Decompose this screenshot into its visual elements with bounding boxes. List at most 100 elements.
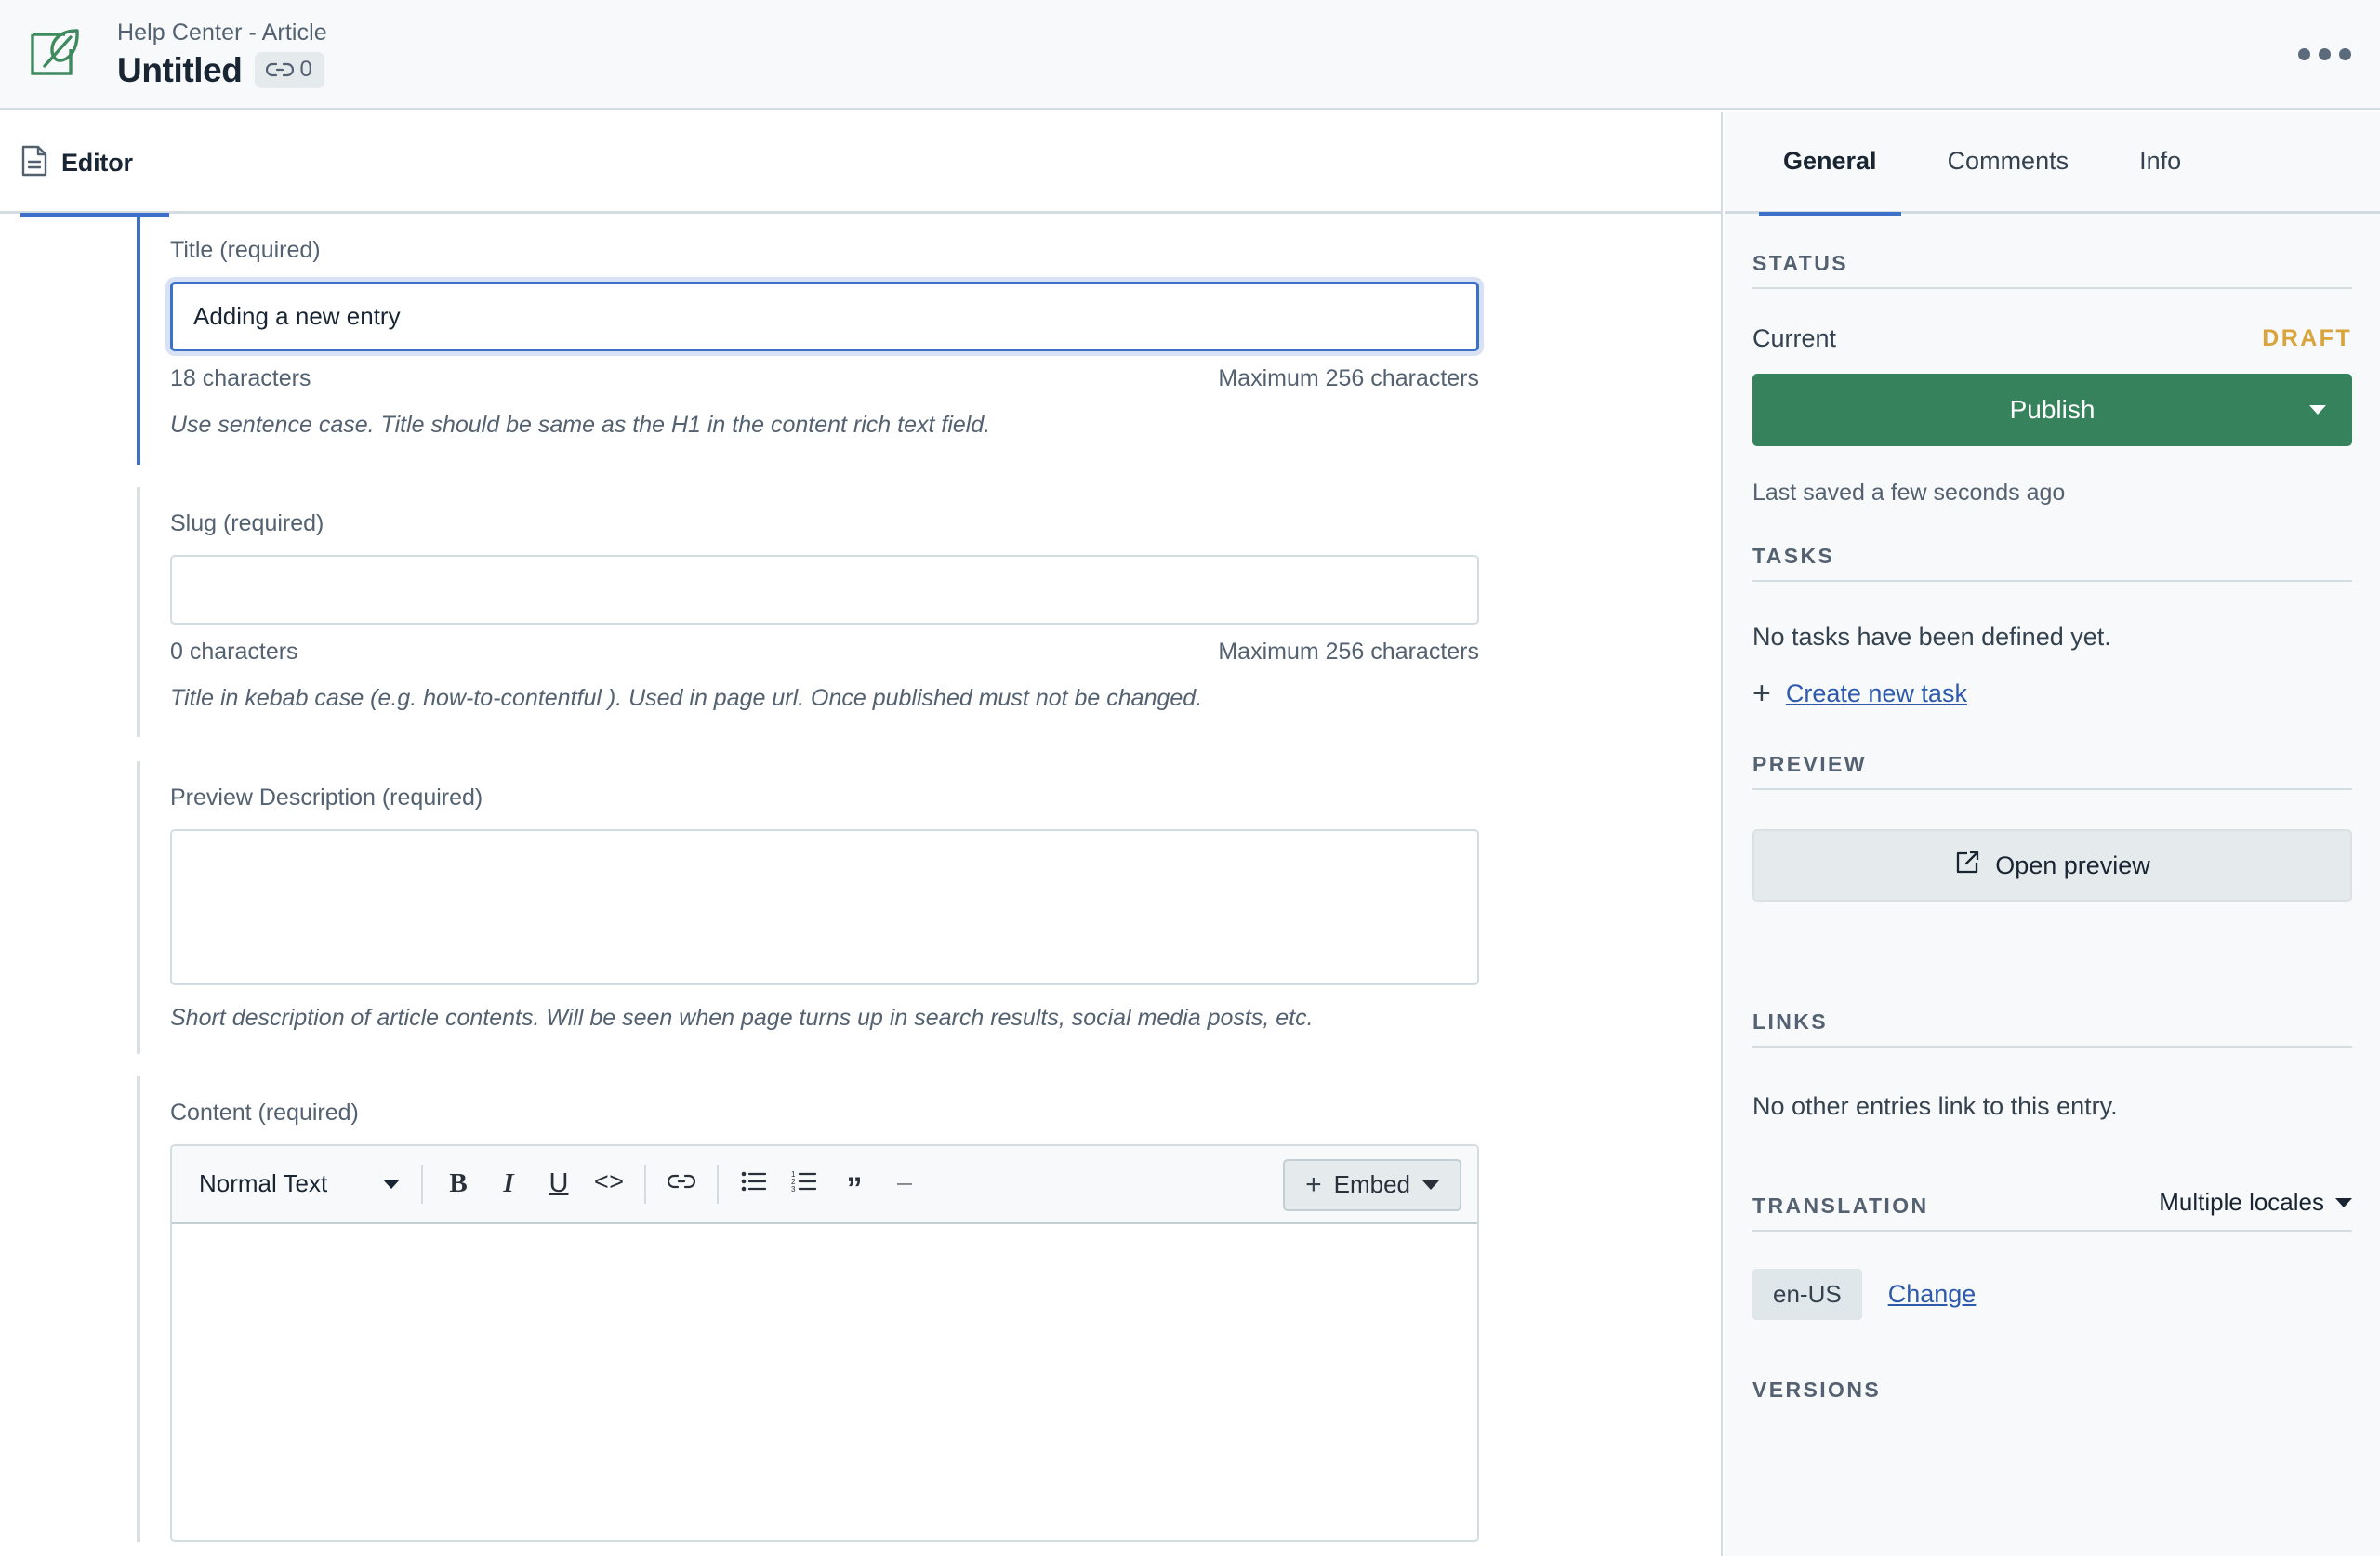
field-title: Title (required) 18 characters Maximum 2… bbox=[137, 214, 1721, 465]
chevron-down-icon[interactable] bbox=[2309, 405, 2326, 415]
toolbar-divider bbox=[644, 1164, 646, 1204]
bold-button[interactable]: B bbox=[433, 1159, 483, 1209]
open-preview-button[interactable]: Open preview bbox=[1752, 829, 2352, 902]
text-style-value: Normal Text bbox=[199, 1169, 328, 1197]
title-char-count: 18 characters bbox=[170, 365, 311, 391]
versions-section-title: VERSIONS bbox=[1752, 1378, 1882, 1402]
link-icon bbox=[667, 1173, 696, 1194]
tab-editor[interactable]: Editor bbox=[20, 112, 169, 217]
publish-button[interactable]: Publish bbox=[1752, 374, 2352, 446]
chevron-down-icon bbox=[383, 1179, 400, 1189]
field-slug: Slug (required) 0 characters Maximum 256… bbox=[137, 486, 1721, 737]
incoming-links-count: 0 bbox=[299, 57, 312, 83]
ellipsis-icon-dot bbox=[2338, 47, 2351, 60]
toolbar-divider bbox=[717, 1164, 719, 1204]
publish-button-label: Publish bbox=[2009, 395, 2096, 424]
tasks-section-title: TASKS bbox=[1752, 544, 1835, 568]
field-preview-description: Preview Description (required) Short des… bbox=[137, 761, 1721, 1054]
editor-tabbar: Editor bbox=[0, 112, 1721, 217]
page-title: Untitled bbox=[117, 50, 243, 89]
preview-section-title: PREVIEW bbox=[1752, 752, 1867, 776]
link-button[interactable] bbox=[656, 1159, 707, 1209]
tab-editor-label: Editor bbox=[61, 148, 133, 177]
chevron-down-icon bbox=[2335, 1197, 2352, 1207]
tasks-section-header: TASKS bbox=[1752, 544, 2352, 582]
app-logo[interactable] bbox=[0, 0, 110, 109]
links-section-header: LINKS bbox=[1752, 1009, 2352, 1048]
app-header: Help Center - Article Untitled 0 bbox=[0, 0, 2380, 110]
locale-selector-value: Multiple locales bbox=[2159, 1188, 2324, 1216]
field-content: Content (required) Normal Text B I U <> bbox=[137, 1075, 1721, 1542]
horizontal-rule-button[interactable]: — bbox=[879, 1159, 930, 1209]
title-input[interactable] bbox=[170, 282, 1479, 351]
entry-form: Title (required) 18 characters Maximum 2… bbox=[0, 214, 1721, 1553]
leaf-document-icon bbox=[26, 25, 84, 83]
tab-general-label: General bbox=[1783, 147, 1877, 175]
embed-button[interactable]: + Embed bbox=[1283, 1158, 1461, 1211]
numbered-list-button[interactable]: 1 2 3 bbox=[779, 1159, 829, 1209]
open-preview-label: Open preview bbox=[1995, 851, 2150, 879]
slug-helper-text: Title in kebab case (e.g. how-to-content… bbox=[170, 684, 1203, 711]
link-icon bbox=[265, 61, 294, 78]
slug-input[interactable] bbox=[170, 554, 1479, 625]
field-preview-description-label: Preview Description (required) bbox=[170, 785, 483, 811]
title-char-row: 18 characters Maximum 256 characters bbox=[170, 365, 1479, 392]
title-helper-text: Use sentence case. Title should be same … bbox=[170, 412, 991, 438]
chevron-down-icon bbox=[1422, 1180, 1439, 1190]
rich-text-toolbar: Normal Text B I U <> 1 2 3 ” — + Embed bbox=[172, 1145, 1477, 1224]
translation-section-title: TRANSLATION bbox=[1752, 1193, 1929, 1218]
tab-info[interactable]: Info bbox=[2104, 112, 2216, 213]
text-style-select[interactable]: Normal Text bbox=[188, 1158, 411, 1210]
ellipsis-icon-dot bbox=[2297, 47, 2310, 60]
plus-icon: + bbox=[1305, 1168, 1322, 1200]
editor-pane: Editor Title (required) 18 characters Ma… bbox=[0, 112, 1723, 1556]
create-new-task-label: Create new task bbox=[1785, 679, 1967, 707]
external-link-icon bbox=[1954, 850, 1980, 882]
links-section-title: LINKS bbox=[1752, 1009, 1828, 1034]
status-section-title: STATUS bbox=[1752, 251, 1848, 275]
document-icon bbox=[20, 145, 48, 181]
rich-text-canvas[interactable] bbox=[172, 1223, 1477, 1540]
last-saved-text: Last saved a few seconds ago bbox=[1752, 480, 2066, 506]
breadcrumb: Help Center - Article bbox=[117, 19, 327, 46]
tab-info-label: Info bbox=[2139, 147, 2182, 175]
toolbar-divider bbox=[421, 1164, 423, 1204]
preview-section-header: PREVIEW bbox=[1752, 752, 2352, 790]
bulleted-list-button[interactable] bbox=[729, 1159, 779, 1209]
svg-text:3: 3 bbox=[791, 1185, 796, 1193]
embed-button-label: Embed bbox=[1333, 1170, 1410, 1198]
underline-button[interactable]: U bbox=[534, 1159, 584, 1209]
entry-sidebar: General Comments Info STATUS Current DRA… bbox=[1725, 112, 2380, 1556]
create-new-task-button[interactable]: + Create new task bbox=[1752, 678, 2352, 709]
slug-char-count: 0 characters bbox=[170, 638, 298, 665]
status-section-header: STATUS bbox=[1752, 251, 2352, 289]
field-slug-label: Slug (required) bbox=[170, 509, 324, 536]
header-title-block: Help Center - Article Untitled 0 bbox=[110, 18, 2268, 90]
tab-comments-label: Comments bbox=[1947, 147, 2069, 175]
locale-row: en-US Change bbox=[1752, 1269, 2352, 1320]
links-empty-text: No other entries link to this entry. bbox=[1752, 1092, 2118, 1120]
plus-icon: + bbox=[1752, 676, 1771, 711]
incoming-links-badge[interactable]: 0 bbox=[254, 52, 324, 89]
preview-description-textarea[interactable] bbox=[170, 829, 1479, 985]
status-current-label: Current bbox=[1752, 324, 1837, 352]
tab-general[interactable]: General bbox=[1748, 112, 1912, 216]
rich-text-editor: Normal Text B I U <> 1 2 3 ” — + Embed bbox=[170, 1143, 1479, 1542]
code-button[interactable]: <> bbox=[584, 1159, 634, 1209]
slug-max-chars: Maximum 256 characters bbox=[1218, 638, 1479, 665]
tasks-empty-text: No tasks have been defined yet. bbox=[1752, 623, 2111, 651]
preview-description-helper-text: Short description of article contents. W… bbox=[170, 1005, 1314, 1031]
more-options-button[interactable] bbox=[2268, 0, 2380, 109]
versions-section-header: VERSIONS bbox=[1752, 1378, 2352, 1414]
tab-comments[interactable]: Comments bbox=[1912, 112, 2105, 213]
locale-selector[interactable]: Multiple locales bbox=[2159, 1188, 2352, 1219]
workspace: Editor Title (required) 18 characters Ma… bbox=[0, 112, 2380, 1556]
slug-char-row: 0 characters Maximum 256 characters bbox=[170, 639, 1479, 666]
blockquote-button[interactable]: ” bbox=[829, 1159, 879, 1209]
field-content-label: Content (required) bbox=[170, 1099, 359, 1126]
change-locale-link[interactable]: Change bbox=[1888, 1280, 1977, 1309]
italic-button[interactable]: I bbox=[483, 1159, 534, 1209]
field-title-label: Title (required) bbox=[170, 237, 321, 263]
bulleted-list-icon bbox=[741, 1170, 767, 1197]
translation-section-header: TRANSLATION Multiple locales bbox=[1752, 1188, 2352, 1232]
